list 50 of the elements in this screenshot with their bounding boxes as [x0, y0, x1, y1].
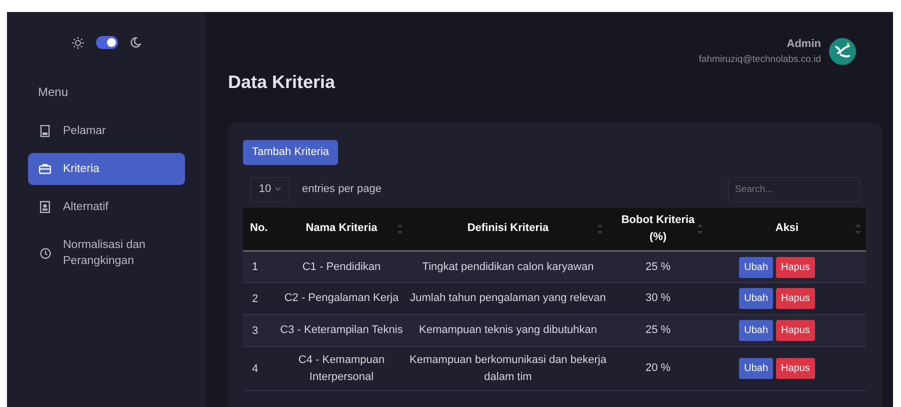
edit-button[interactable]: Ubah — [739, 256, 773, 278]
entries-label: entries per page — [302, 182, 382, 197]
column-header[interactable]: Nama Kriteria — [306, 220, 378, 238]
table-cell-text: Jumlah tahun pengalaman yang relevan — [409, 291, 607, 306]
column-header[interactable]: Bobot Kriteria (%) — [618, 212, 698, 246]
page-title: Data Kriteria — [228, 71, 336, 94]
table-cell-text: Tingkat pendidikan calon karyawan — [421, 260, 595, 274]
delete-button[interactable]: Hapus — [776, 320, 815, 342]
sidebar-item[interactable]: Alternatif — [28, 191, 185, 223]
table-cell-text: C2 - Pengalaman Kerja — [283, 291, 400, 306]
avatar-logo-icon — [829, 38, 856, 65]
column-header[interactable]: Definisi Kriteria — [467, 220, 549, 238]
table-cell-text: 25 % — [645, 323, 671, 338]
moon-icon — [130, 37, 141, 48]
edit-button[interactable]: Ubah — [739, 288, 773, 310]
add-criteria-button[interactable]: Tambah Kriteria — [243, 140, 338, 165]
delete-button[interactable]: Hapus — [776, 288, 815, 310]
edit-button[interactable]: Ubah — [739, 320, 773, 342]
id-card-icon — [40, 201, 50, 213]
search-field[interactable]: Search... — [728, 176, 860, 202]
clock-icon — [40, 248, 50, 258]
table-cell-text: 25 % — [645, 260, 671, 274]
device-icon — [40, 125, 50, 137]
table-cell-text: 4 — [252, 362, 258, 376]
user-email: fahmiruziq@technolabs.co.id — [698, 52, 821, 66]
user-name: Admin — [786, 37, 821, 52]
sidebar-item[interactable]: Kriteria — [28, 153, 185, 185]
table-cell-text: 1 — [252, 260, 258, 275]
entries-select[interactable]: 10 — [250, 176, 290, 202]
sidebar-item[interactable]: Normalisasi dan Perangkingan — [28, 229, 185, 277]
delete-button[interactable]: Hapus — [776, 256, 815, 278]
table-cell-text: C1 - Pendidikan — [301, 260, 382, 274]
table-cell-text: 3 — [252, 324, 258, 338]
edit-button[interactable]: Ubah — [739, 358, 773, 380]
table-cell-text: 20 % — [645, 361, 671, 376]
table-cell-text: 2 — [252, 292, 258, 306]
column-header[interactable]: Aksi — [775, 220, 799, 238]
table-cell-text: C3 - Keterampilan Teknis — [279, 323, 404, 338]
theme-toggle[interactable] — [96, 36, 118, 49]
briefcase-icon — [39, 164, 51, 174]
table-cell-text: C4 - Kemampuan Interpersonal — [297, 352, 386, 385]
menu-heading: Menu — [38, 84, 70, 101]
table-cell-text: Kemampuan teknis yang dibutuhkan — [418, 323, 598, 338]
column-header[interactable]: No. — [250, 220, 268, 238]
chevron-down-icon — [275, 187, 282, 192]
table-cell-text: 30 % — [645, 291, 671, 306]
sidebar-item[interactable]: Pelamar — [28, 115, 185, 147]
table-cell-text: Kemampuan berkomunikasi dan bekerja dalam tim — [409, 352, 607, 385]
delete-button[interactable]: Hapus — [776, 358, 815, 380]
sun-icon — [72, 36, 84, 48]
